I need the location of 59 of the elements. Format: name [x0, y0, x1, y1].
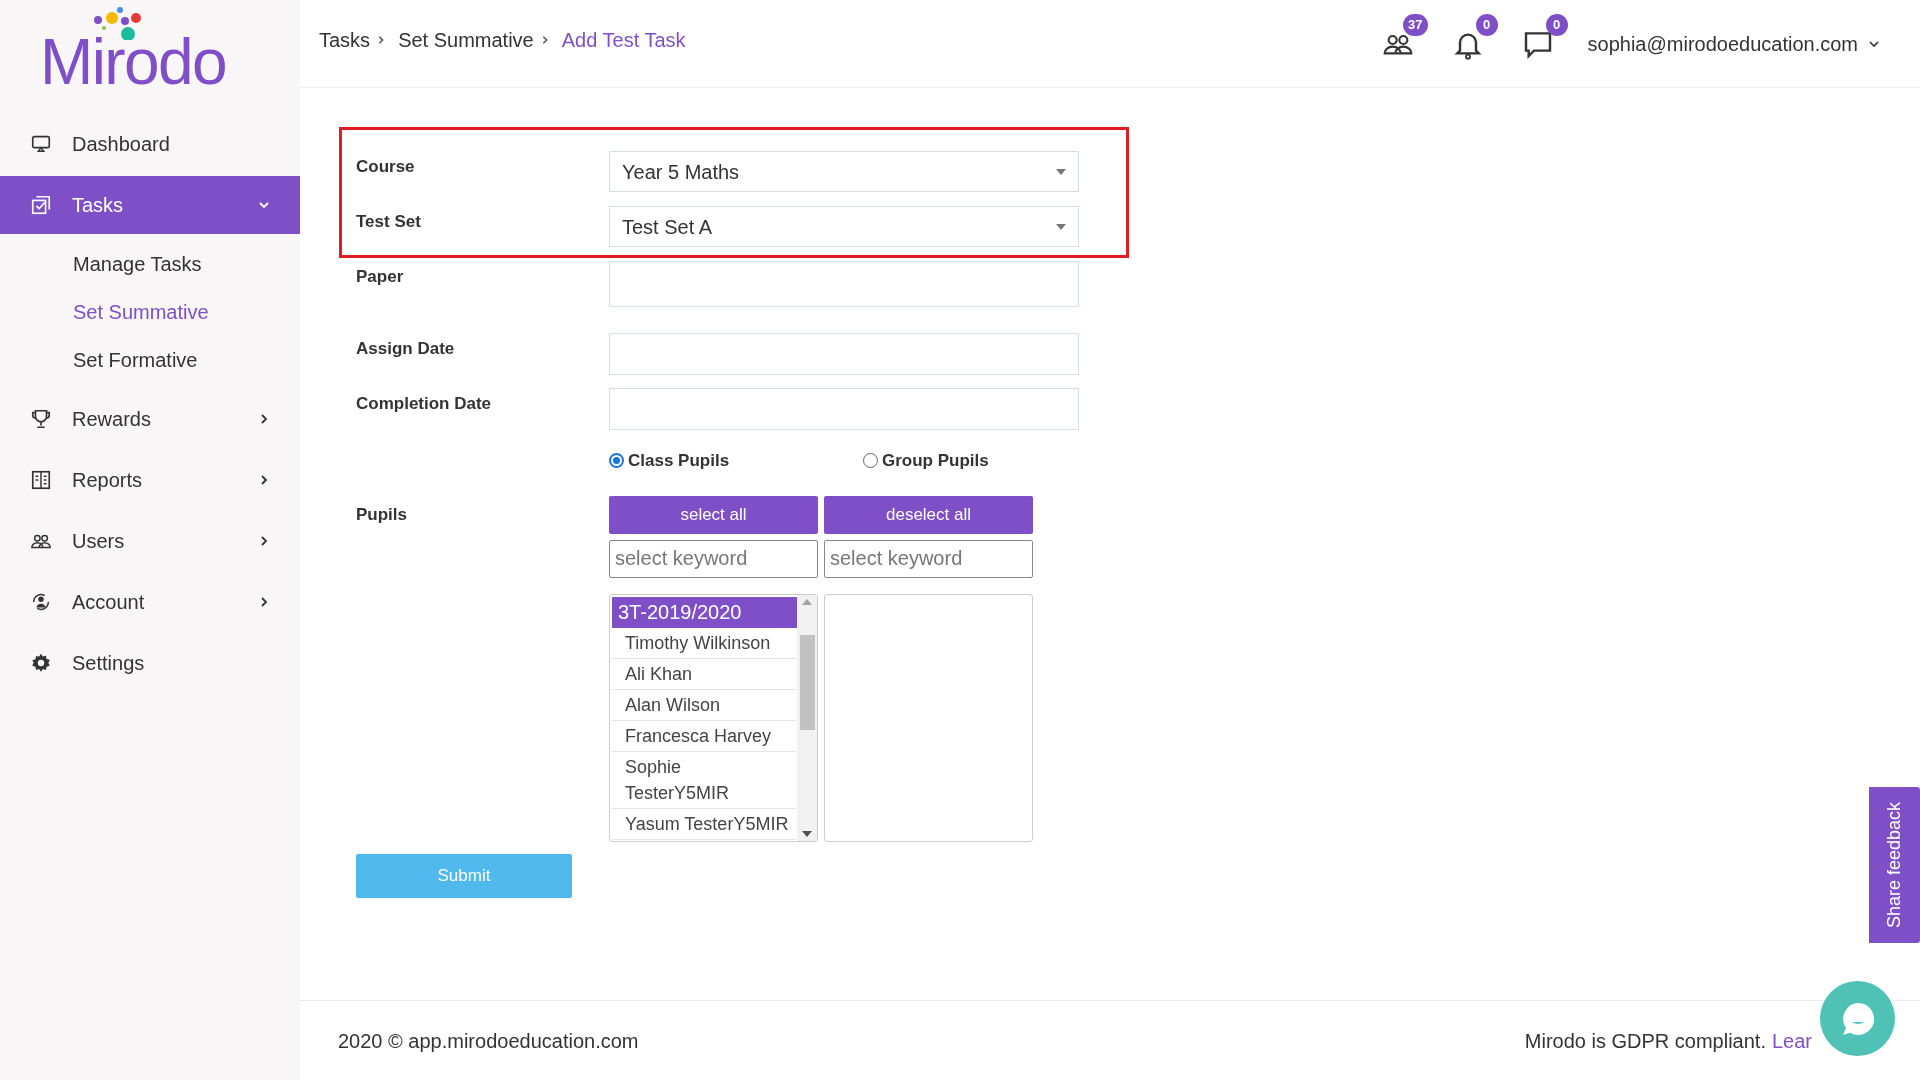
sidebar-item[interactable]: Dashboard: [0, 115, 300, 173]
field-label: Course: [356, 156, 416, 178]
input-field[interactable]: [609, 261, 1079, 307]
pupils-action-button[interactable]: deselect all: [824, 495, 1033, 534]
scrollbar[interactable]: [797, 594, 817, 841]
copyright-text: 2020 © app.mirodoeducation.com: [338, 1028, 639, 1054]
submenu-item[interactable]: Set Summative: [0, 288, 300, 336]
field-label: Test Set: [356, 211, 422, 233]
sidebar-item[interactable]: Account: [0, 573, 300, 631]
sidebar-item[interactable]: Reports: [0, 451, 300, 509]
input-field[interactable]: [609, 388, 1079, 430]
chevron-down-icon: [1868, 39, 1880, 48]
submenu-item[interactable]: Manage Tasks: [0, 240, 300, 288]
sidebar-item[interactable]: Users: [0, 512, 300, 570]
list-group-header[interactable]: 3T-2019/2020: [612, 596, 797, 628]
sidebar-item[interactable]: Tasks: [0, 176, 300, 234]
scroll-up-icon[interactable]: [802, 598, 812, 605]
monitor-icon: [30, 133, 52, 155]
chevron-right-icon: [258, 413, 270, 425]
input-field[interactable]: [609, 333, 1079, 375]
chevron-right-icon: [258, 474, 270, 486]
field-label: Completion Date: [356, 393, 493, 415]
field-label: Paper: [356, 266, 405, 288]
account-icon: [30, 591, 52, 613]
trophy-icon: [30, 408, 52, 430]
gdpr-text: Mirodo is GDPR compliant.: [1524, 1028, 1766, 1054]
breadcrumb-link[interactable]: Tasks: [319, 24, 371, 55]
user-menu[interactable]: sophia@mirodoeducation.com: [1587, 28, 1880, 59]
sidebar-item[interactable]: Settings: [0, 634, 300, 692]
report-icon: [30, 469, 52, 491]
available-pupils-list[interactable]: 3T-2019/2020 Timothy Wilkinson Ali Khan Alan Wilson Francesca Harvey Sophie TesterY5MIR Yasum TesterY5MIR: [609, 593, 818, 842]
dropdown-arrow-icon: [1056, 223, 1066, 230]
field-label: Pupils: [356, 503, 408, 526]
radio-option[interactable]: Class Pupils: [609, 448, 863, 474]
keyword-search-field[interactable]: select keyword: [609, 539, 818, 578]
chevron-down-icon: [258, 199, 270, 211]
settings-icon: [30, 652, 52, 674]
chevron-right-icon: [258, 596, 270, 608]
radio-button[interactable]: [609, 453, 624, 469]
logo: Mirodo: [40, 5, 227, 100]
submenu-item[interactable]: Set Formative: [0, 336, 300, 384]
share-feedback-tab[interactable]: Share feedback: [1869, 787, 1920, 943]
learn-link[interactable]: Lear: [1771, 1025, 1812, 1056]
count-badge: 0: [1545, 13, 1568, 36]
pupils-action-button[interactable]: select all: [609, 495, 818, 534]
breadcrumb-link[interactable]: Add Test Task: [561, 24, 686, 55]
count-badge: 37: [1403, 13, 1428, 36]
checklist-icon: [30, 194, 52, 216]
sidebar-item[interactable]: Rewards: [0, 390, 300, 448]
breadcrumb-link[interactable]: Set Summative: [398, 24, 534, 55]
select-field[interactable]: Test Set A: [609, 206, 1079, 247]
radio-option[interactable]: Group Pupils: [863, 448, 989, 474]
keyword-search-field[interactable]: select keyword: [824, 539, 1033, 578]
field-label: Assign Date: [356, 338, 456, 360]
count-badge: 0: [1475, 13, 1498, 36]
scroll-down-icon[interactable]: [802, 830, 812, 837]
chevron-right-icon: [258, 535, 270, 547]
dropdown-arrow-icon: [1056, 168, 1066, 175]
select-field[interactable]: Year 5 Maths: [609, 151, 1079, 192]
